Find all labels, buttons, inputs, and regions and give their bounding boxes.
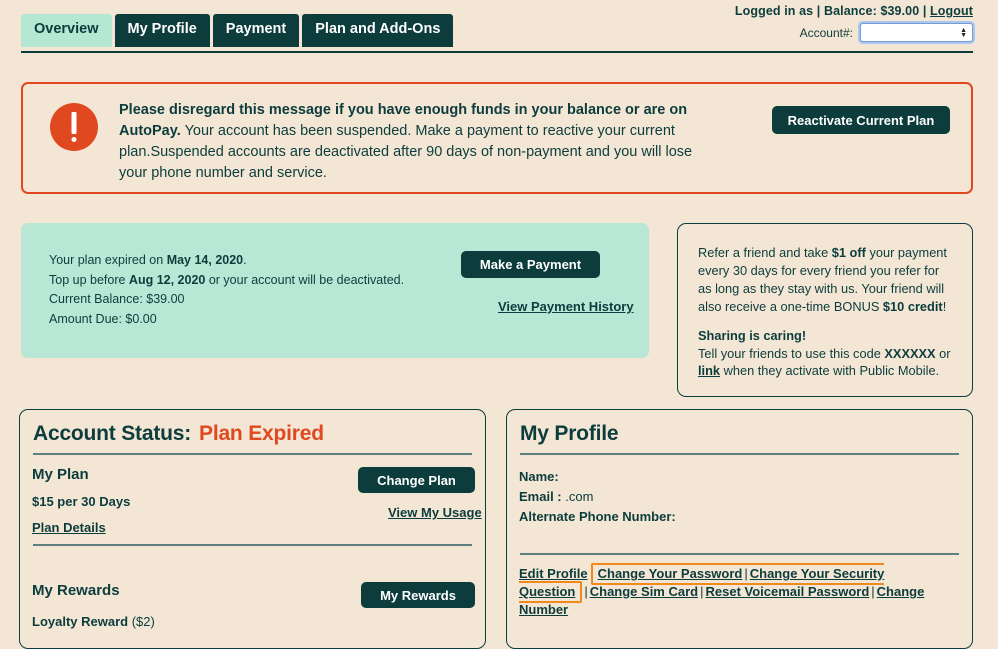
- profile-link-separator-1: |: [744, 566, 748, 581]
- profile-link-separator-2: |: [584, 583, 588, 599]
- account-selector-row: Account#: ▲ ▼: [735, 23, 973, 42]
- main-tab-bar: Overview My Profile Payment Plan and Add…: [21, 14, 454, 47]
- referral-code-text-3: when they activate with Public Mobile.: [720, 363, 940, 379]
- login-status-bar: Logged in as | Balance: $39.00 | Logout …: [735, 4, 973, 42]
- view-my-usage-link[interactable]: View My Usage: [388, 505, 482, 520]
- profile-link-separator-4: |: [871, 583, 875, 599]
- plan-expiry-card: Your plan expired on May 14, 2020. Top u…: [21, 223, 649, 358]
- reactivate-current-plan-button[interactable]: Reactivate Current Plan: [772, 106, 950, 134]
- my-plan-heading: My Plan: [32, 466, 89, 483]
- referral-code: XXXXXX: [884, 345, 936, 361]
- plan-expiry-info: Your plan expired on May 14, 2020. Top u…: [49, 251, 404, 330]
- plan-price: $15 per 30 Days: [32, 494, 131, 509]
- account-status-divider-bottom: [33, 544, 472, 546]
- plan-expired-suffix: .: [243, 253, 247, 267]
- change-your-password-link[interactable]: Change Your Password: [598, 566, 743, 581]
- change-sim-card-link[interactable]: Change Sim Card: [590, 584, 698, 599]
- account-overview-page: Overview My Profile Payment Plan and Add…: [0, 0, 998, 649]
- loyalty-reward-amount: ($2): [131, 614, 155, 629]
- tab-overview-label: Overview: [34, 21, 99, 37]
- alert-message: Please disregard this message if you hav…: [119, 100, 719, 184]
- reset-voicemail-password-link[interactable]: Reset Voicemail Password: [705, 584, 869, 599]
- referral-discount: $1 off: [831, 245, 866, 260]
- account-status-title: Account Status: Plan Expired: [33, 422, 324, 446]
- plan-expired-line: Your plan expired on May 14, 2020.: [49, 251, 404, 271]
- tab-plan-and-add-ons-label: Plan and Add-Ons: [315, 21, 441, 37]
- profile-name-row: Name:: [519, 467, 676, 487]
- profile-email-label: Email :: [519, 488, 562, 504]
- plan-topup-line: Top up before Aug 12, 2020 or your accou…: [49, 271, 404, 291]
- account-status-card: Account Status: Plan Expired My Plan $15 …: [19, 409, 486, 649]
- my-profile-title: My Profile: [520, 422, 619, 445]
- referral-text-3: !: [942, 298, 947, 314]
- my-profile-divider-top: [520, 453, 959, 455]
- tab-my-profile[interactable]: My Profile: [114, 14, 210, 47]
- plan-current-balance: Current Balance: $39.00: [49, 292, 185, 307]
- plan-amount-due: Amount Due: $0.00: [49, 311, 157, 326]
- account-number-label: Account#:: [799, 25, 853, 40]
- my-profile-divider-bottom: [520, 553, 959, 555]
- plan-expired-prefix: Your plan expired on: [49, 253, 167, 267]
- login-separator-1: |: [816, 4, 821, 18]
- alert-body: Your account has been suspended. Make a …: [119, 123, 693, 182]
- status-badge: Plan Expired: [199, 422, 324, 445]
- plan-topup-prefix: Top up before: [49, 272, 129, 287]
- profile-fields: Name: Email : .com Alternate Phone Numbe…: [519, 467, 676, 527]
- tab-my-profile-label: My Profile: [127, 21, 197, 37]
- profile-email-row: Email : .com: [519, 487, 676, 507]
- account-status-label: Account Status:: [33, 422, 192, 445]
- referral-paragraph: Refer a friend and take $1 off your paym…: [698, 244, 953, 316]
- edit-profile-link[interactable]: Edit Profile: [519, 566, 588, 581]
- view-payment-history-link[interactable]: View Payment History: [498, 299, 634, 314]
- account-status-divider-top: [33, 453, 472, 455]
- alert-exclamation-icon: [50, 103, 98, 151]
- referral-link[interactable]: link: [698, 363, 720, 378]
- page-header: Overview My Profile Payment Plan and Add…: [0, 0, 998, 53]
- make-a-payment-button[interactable]: Make a Payment: [461, 251, 600, 278]
- logout-link[interactable]: Logout: [930, 4, 973, 18]
- profile-alt-phone-row: Alternate Phone Number:: [519, 507, 676, 527]
- tab-overview[interactable]: Overview: [21, 14, 112, 47]
- balance-label: Balance: $39.00: [823, 4, 920, 18]
- loyalty-reward-label: Loyalty Reward: [32, 614, 129, 629]
- tab-payment-label: Payment: [225, 21, 287, 37]
- referral-code-text-1: Tell your friends to use this code: [698, 345, 885, 361]
- referral-card: Refer a friend and take $1 off your paym…: [677, 223, 973, 397]
- login-status-line: Logged in as | Balance: $39.00 | Logout: [735, 4, 973, 18]
- tab-bar-divider: [21, 51, 973, 53]
- referral-body: Refer a friend and take $1 off your paym…: [698, 244, 953, 380]
- referral-text-1: Refer a friend and take: [698, 245, 832, 260]
- plan-details-link[interactable]: Plan Details: [32, 520, 106, 535]
- referral-code-paragraph: Tell your friends to use this code XXXXX…: [698, 345, 953, 381]
- plan-expired-date: May 14, 2020: [166, 253, 244, 267]
- change-plan-button[interactable]: Change Plan: [358, 467, 475, 493]
- my-rewards-button[interactable]: My Rewards: [361, 582, 475, 608]
- my-rewards-heading: My Rewards: [32, 582, 120, 599]
- loyalty-reward-row: Loyalty Reward ($2): [32, 614, 155, 629]
- referral-code-text-2: or: [935, 345, 951, 361]
- plan-topup-suffix: or your account will be deactivated.: [205, 272, 405, 287]
- my-profile-card: My Profile Name: Email : .com Alternate …: [506, 409, 973, 649]
- spinner-arrows-icon: ▲ ▼: [960, 26, 967, 39]
- suspension-alert-banner: Please disregard this message if you hav…: [21, 82, 973, 194]
- plan-topup-date: Aug 12, 2020: [128, 272, 206, 287]
- referral-sharing-heading: Sharing is caring!: [698, 327, 807, 343]
- profile-alt-phone-label: Alternate Phone Number:: [519, 508, 676, 524]
- profile-action-links: Edit Profile Change Your Password | Change …: [519, 563, 967, 618]
- logged-in-as-label: Logged in as: [734, 4, 814, 18]
- login-separator-2: |: [922, 4, 927, 18]
- referral-bonus-credit: $10 credit: [882, 298, 943, 314]
- tab-plan-and-add-ons[interactable]: Plan and Add-Ons: [302, 14, 454, 47]
- tab-payment[interactable]: Payment: [212, 14, 300, 47]
- profile-name-label: Name:: [519, 469, 559, 484]
- account-number-select[interactable]: ▲ ▼: [860, 23, 973, 42]
- profile-email-value: .com: [565, 488, 594, 504]
